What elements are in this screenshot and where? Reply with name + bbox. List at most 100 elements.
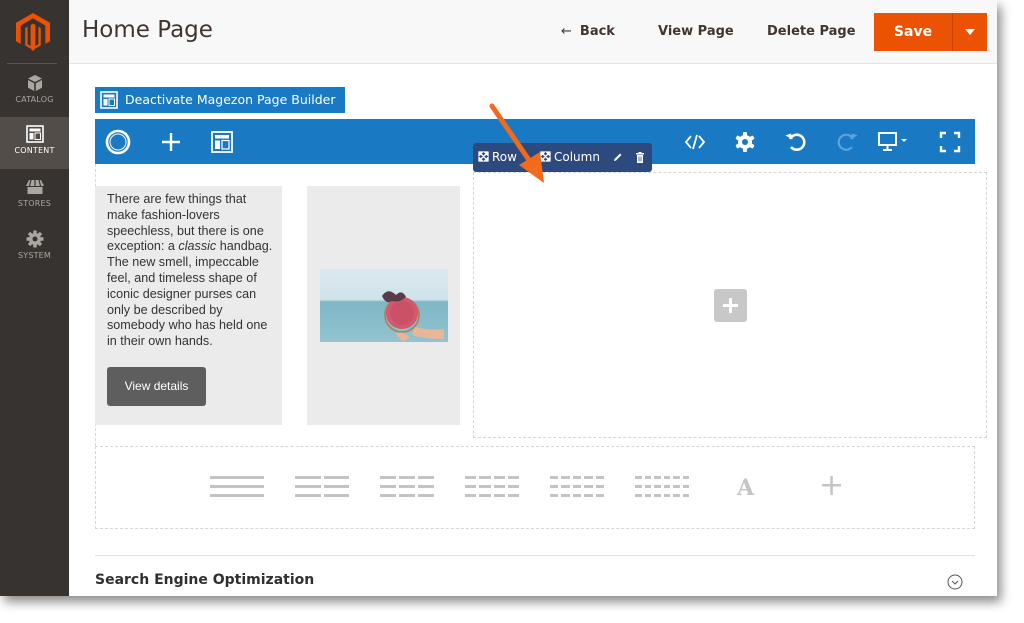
code-icon[interactable]	[682, 129, 708, 155]
section-divider	[95, 555, 975, 556]
move-arrows-icon	[478, 151, 489, 162]
layout-bar	[595, 476, 604, 479]
magezon-logo-icon[interactable]	[105, 129, 131, 155]
layout-bar	[479, 494, 491, 497]
layout-bar	[682, 494, 689, 497]
layout-bar	[507, 485, 519, 488]
back-arrow-icon: ←	[561, 24, 572, 39]
layout-bar	[323, 476, 349, 479]
add-element-icon[interactable]	[158, 129, 184, 155]
page-header: Home Page ← Back View Page Delete Page Sa…	[69, 0, 997, 64]
layout-1-column-icon[interactable]	[210, 476, 266, 500]
layout-bar	[507, 476, 519, 479]
chevron-down-circle-icon[interactable]	[947, 574, 963, 590]
sidebar-item-catalog[interactable]: CATALOG	[0, 66, 69, 118]
layout-bar	[210, 494, 264, 497]
move-arrows-icon	[540, 151, 551, 162]
layout-bar	[561, 494, 570, 497]
delete-page-button[interactable]: Delete Page	[767, 24, 856, 39]
page-title: Home Page	[82, 17, 213, 43]
layout-bar	[295, 494, 321, 497]
layout-bar	[479, 476, 491, 479]
layout-bar	[479, 485, 491, 488]
undo-icon[interactable]	[783, 129, 809, 155]
column-text[interactable]: There are few things that make fashion-l…	[95, 186, 282, 425]
magento-logo-icon[interactable]	[16, 13, 50, 51]
layout-bar	[380, 476, 396, 479]
layout-bar	[507, 494, 519, 497]
layout-bar	[418, 476, 434, 479]
handbag-description: There are few things that make fashion-l…	[107, 192, 273, 349]
layout-2-columns-icon[interactable]	[295, 476, 351, 500]
back-button[interactable]: ← Back	[561, 24, 615, 39]
layout-bar	[663, 485, 670, 488]
layout-bar	[295, 485, 321, 488]
layout-bar	[654, 494, 661, 497]
layout-bar	[323, 494, 349, 497]
seo-section-title[interactable]: Search Engine Optimization	[95, 572, 314, 588]
add-row-icon[interactable]: +	[819, 468, 844, 503]
layout-3-columns-icon[interactable]	[380, 476, 436, 500]
layout-bar	[635, 476, 642, 479]
layout-bar	[673, 485, 680, 488]
storefront-icon	[25, 179, 44, 194]
layout-bar	[644, 485, 651, 488]
layout-bar	[572, 494, 582, 497]
layout-bar	[465, 476, 477, 479]
layout-bar	[380, 485, 396, 488]
save-options-dropdown[interactable]	[952, 13, 987, 51]
sidebar-item-label: SYSTEM	[17, 251, 52, 260]
handbag-beach-photo	[320, 269, 448, 342]
layout-bar	[654, 485, 661, 488]
fullscreen-icon[interactable]	[937, 129, 963, 155]
layout-bar	[399, 476, 415, 479]
column-image[interactable]	[307, 186, 460, 425]
text-block-icon[interactable]: A	[737, 475, 754, 501]
sidebar-item-system[interactable]: SYSTEM	[0, 222, 69, 274]
layout-bar	[561, 485, 570, 488]
layout-bar	[663, 494, 670, 497]
layout-bar	[380, 494, 396, 497]
layout-4-columns-icon[interactable]	[465, 476, 521, 500]
pencil-icon[interactable]	[612, 152, 623, 163]
layout-bar	[550, 485, 559, 488]
layout-bar	[584, 476, 593, 479]
page-builder-icon	[100, 91, 118, 109]
layout-bar	[493, 494, 505, 497]
layout-bar	[595, 494, 604, 497]
device-preview-icon[interactable]	[877, 129, 911, 155]
view-details-button[interactable]: View details	[107, 367, 206, 406]
add-element-plus-icon[interactable]	[714, 289, 747, 322]
layout-bar	[572, 476, 582, 479]
layout-bar	[572, 485, 582, 488]
layout-bar	[673, 476, 680, 479]
save-button[interactable]: Save	[874, 13, 952, 51]
layout-bar	[550, 494, 559, 497]
settings-icon[interactable]	[732, 129, 758, 155]
cube-icon	[27, 75, 42, 91]
gear-icon	[26, 230, 43, 248]
layout-bar	[493, 476, 505, 479]
column-control[interactable]: Column	[540, 150, 600, 164]
column-empty[interactable]	[473, 172, 987, 438]
templates-icon[interactable]	[209, 129, 235, 155]
row-control[interactable]: Row	[478, 150, 517, 164]
redo-icon[interactable]	[834, 129, 860, 155]
layout-bar	[584, 494, 593, 497]
admin-sidebar: CATALOG CONTENT STORES SYSTEM	[0, 0, 69, 596]
layout-bar	[399, 494, 415, 497]
sidebar-item-label: CONTENT	[14, 146, 55, 155]
layout-bar	[682, 485, 689, 488]
layout-bar	[663, 476, 670, 479]
view-page-button[interactable]: View Page	[658, 24, 734, 39]
layout-bar	[550, 476, 559, 479]
layout-bar	[210, 476, 264, 479]
layout-5-columns-icon[interactable]	[550, 476, 606, 500]
sidebar-item-stores[interactable]: STORES	[0, 170, 69, 222]
sidebar-item-content[interactable]: CONTENT	[0, 117, 69, 169]
layout-6-columns-icon[interactable]	[635, 476, 691, 500]
element-controls: Row Column	[473, 143, 652, 172]
trash-icon[interactable]	[635, 152, 645, 163]
deactivate-page-builder-button[interactable]: Deactivate Magezon Page Builder	[95, 87, 346, 113]
layout-bar	[399, 485, 415, 488]
